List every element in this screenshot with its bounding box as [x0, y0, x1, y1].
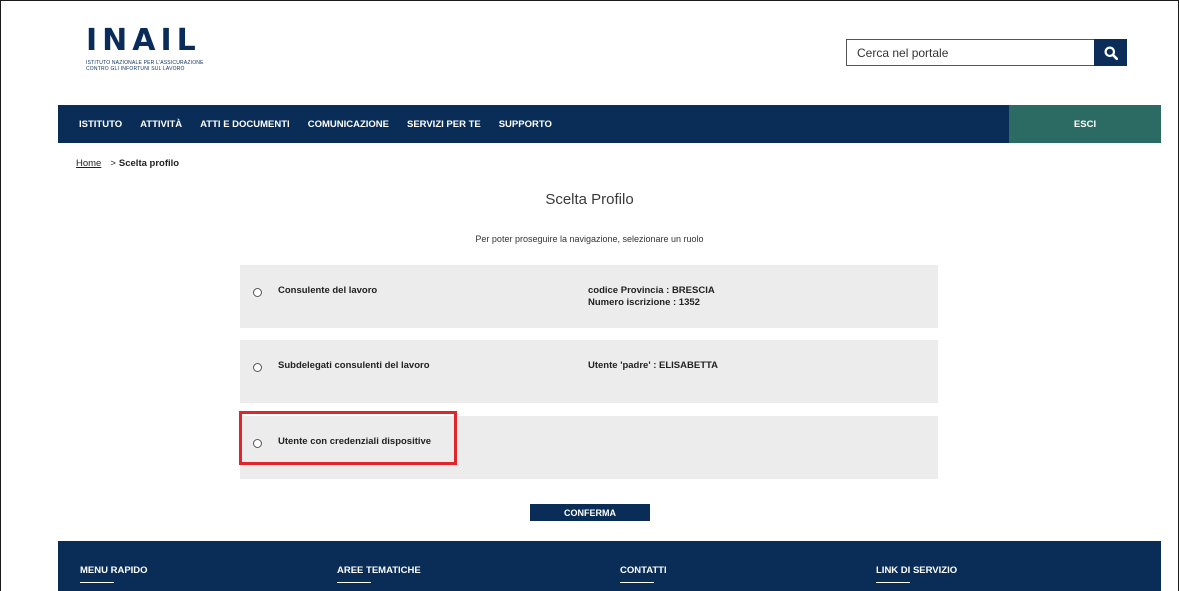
footer-underline: [80, 582, 114, 583]
search-button[interactable]: [1094, 39, 1127, 66]
footer-heading: MENU RAPIDO: [80, 565, 148, 576]
highlight-box: [239, 411, 457, 465]
footer-contatti[interactable]: CONTATTI: [620, 565, 667, 583]
page-title: Scelta Profilo: [545, 191, 634, 208]
nav-item-istituto[interactable]: ISTITUTO: [79, 119, 122, 130]
nav-item-atti-e-documenti[interactable]: ATTI E DOCUMENTI: [200, 119, 290, 130]
role-radio[interactable]: [253, 363, 262, 372]
footer-menu-rapido[interactable]: MENU RAPIDO: [80, 565, 148, 583]
nav-item-servizi-per-te[interactable]: SERVIZI PER TE: [407, 119, 481, 130]
nav-item-comunicazione[interactable]: COMUNICAZIONE: [308, 119, 389, 130]
role-option-subdelegati[interactable]: Subdelegati consulenti del lavoro Utente…: [240, 340, 938, 403]
search-icon: [1104, 46, 1118, 60]
role-detail: Utente 'padre' : ELISABETTA: [588, 360, 718, 372]
nav-item-supporto[interactable]: SUPPORTO: [499, 119, 552, 130]
intro-text: Per poter proseguire la navigazione, sel…: [475, 234, 704, 244]
footer-underline: [876, 582, 910, 583]
logo-subtitle: ISTITUTO NAZIONALE PER L'ASSICURAZIONE C…: [86, 60, 204, 72]
logout-button[interactable]: ESCI: [1009, 105, 1161, 143]
role-label: Consulente del lavoro: [278, 285, 378, 296]
footer-underline: [337, 582, 371, 583]
confirm-button[interactable]: CONFERMA: [530, 504, 650, 521]
footer-heading: LINK DI SERVIZIO: [876, 565, 958, 576]
breadcrumb-separator: >: [110, 158, 116, 169]
footer: MENU RAPIDO AREE TEMATICHE CONTATTI LINK…: [58, 541, 1161, 591]
logo-wordmark: INAIL: [86, 23, 201, 58]
footer-aree-tematiche[interactable]: AREE TEMATICHE: [337, 565, 421, 583]
nav-item-attivita[interactable]: ATTIVITÀ: [140, 119, 182, 130]
role-detail-line: codice Provincia : BRESCIA: [588, 285, 715, 296]
role-option-consulente[interactable]: Consulente del lavoro codice Provincia :…: [240, 265, 938, 328]
footer-heading: AREE TEMATICHE: [337, 565, 421, 576]
role-detail-line: Utente 'padre' : ELISABETTA: [588, 360, 718, 371]
footer-heading: CONTATTI: [620, 565, 667, 576]
role-radio[interactable]: [253, 288, 262, 297]
role-detail-line: Numero iscrizione : 1352: [588, 297, 700, 308]
role-detail: codice Provincia : BRESCIA Numero iscriz…: [588, 285, 715, 309]
search-bar: [846, 39, 1127, 66]
main-nav: ISTITUTO ATTIVITÀ ATTI E DOCUMENTI COMUN…: [58, 105, 1161, 143]
role-label: Subdelegati consulenti del lavoro: [278, 360, 430, 371]
breadcrumb: Home > Scelta profilo: [76, 158, 179, 169]
footer-link-di-servizio[interactable]: LINK DI SERVIZIO: [876, 565, 958, 583]
breadcrumb-home-link[interactable]: Home: [76, 158, 101, 169]
search-input[interactable]: [846, 39, 1094, 66]
breadcrumb-current: Scelta profilo: [118, 158, 180, 169]
footer-underline: [620, 582, 654, 583]
inail-logo[interactable]: INAIL ISTITUTO NAZIONALE PER L'ASSICURAZ…: [86, 26, 226, 76]
